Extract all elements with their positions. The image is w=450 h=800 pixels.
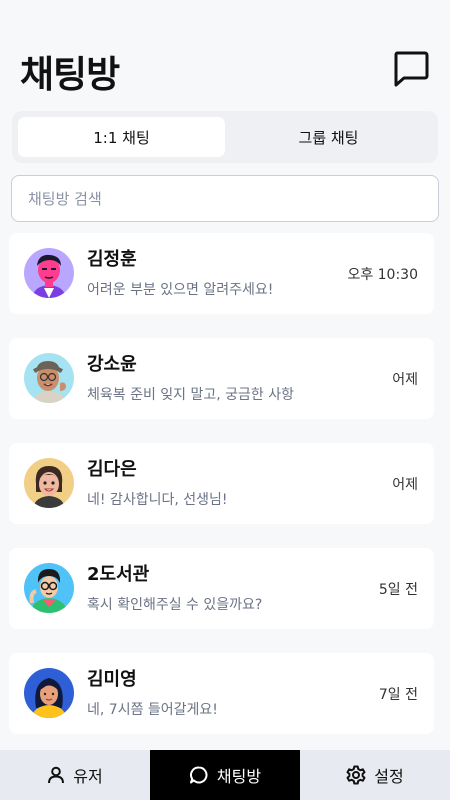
new-chat-button[interactable]: [390, 48, 432, 90]
tab-one-to-one[interactable]: 1:1 채팅: [18, 117, 225, 157]
chat-bubble-icon: [189, 766, 208, 784]
chat-last-message: 네! 감사합니다, 선생님!: [87, 492, 228, 508]
chat-name: 김미영: [87, 669, 137, 690]
avatar: [24, 248, 74, 298]
chat-type-tabs: 1:1 채팅 그룹 채팅: [12, 111, 438, 163]
nav-users[interactable]: 유저: [0, 750, 150, 800]
chat-time: 5일 전: [378, 582, 418, 598]
chat-last-message: 어려운 부분 있으면 알려주세요!: [87, 282, 274, 298]
nav-users-label: 유저: [73, 767, 103, 786]
chat-list-item[interactable]: 김정훈 어려운 부분 있으면 알려주세요! 오후 10:30: [9, 233, 434, 314]
chat-name: 김정훈: [87, 249, 137, 270]
chat-name: 강소윤: [87, 354, 137, 375]
avatar: [24, 353, 74, 403]
chat-time: 오후 10:30: [347, 267, 418, 283]
chat-bubble-icon: [394, 51, 429, 87]
chat-last-message: 혹시 확인해주실 수 있을까요?: [87, 597, 263, 613]
avatar: [24, 668, 74, 718]
chat-list-item[interactable]: 2도서관 혹시 확인해주실 수 있을까요? 5일 전: [9, 548, 434, 629]
chat-list-item[interactable]: 김미영 네, 7시쯤 들어갈게요! 7일 전: [9, 653, 434, 734]
chat-last-message: 체육복 준비 잊지 말고, 궁금한 사항: [87, 387, 295, 403]
user-icon: [48, 766, 65, 784]
gear-icon: [346, 765, 366, 785]
avatar: [24, 563, 74, 613]
nav-settings-label: 설정: [374, 767, 404, 786]
nav-chat-rooms[interactable]: 채팅방: [150, 750, 300, 800]
chat-name: 김다은: [87, 459, 137, 480]
nav-settings[interactable]: 설정: [300, 750, 450, 800]
tab-group[interactable]: 그룹 채팅: [225, 117, 432, 157]
chat-list-item[interactable]: 김다은 네! 감사합니다, 선생님! 어제: [9, 443, 434, 524]
nav-chat-rooms-label: 채팅방: [216, 767, 262, 786]
chat-list-item[interactable]: 강소윤 체육복 준비 잊지 말고, 궁금한 사항 어제: [9, 338, 434, 419]
page-title: 채팅방: [20, 53, 120, 96]
chat-search-input[interactable]: [11, 175, 439, 222]
chat-time: 어제: [392, 477, 418, 493]
chat-last-message: 네, 7시쯤 들어갈게요!: [87, 702, 218, 718]
chat-time: 7일 전: [378, 687, 418, 703]
chat-time: 어제: [392, 372, 418, 388]
avatar: [24, 458, 74, 508]
header: 채팅방: [0, 0, 450, 110]
bottom-navigation: 유저 채팅방 설정: [0, 750, 450, 800]
chat-name: 2도서관: [87, 564, 150, 585]
